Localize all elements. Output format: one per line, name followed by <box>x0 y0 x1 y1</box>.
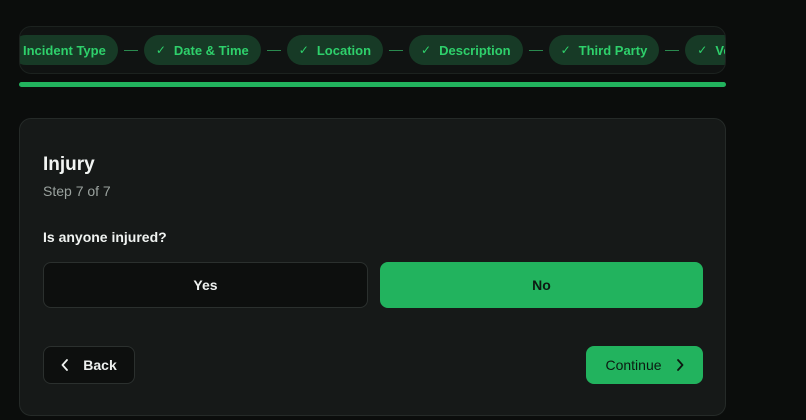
check-icon: ✓ <box>298 43 309 57</box>
back-button[interactable]: Back <box>43 346 135 384</box>
progress-stepper: Incident Type ✓ Date & Time ✓ Location ✓… <box>19 26 726 74</box>
check-icon: ✓ <box>155 43 166 57</box>
no-option-button[interactable]: No <box>380 262 703 308</box>
step-chip-vehicle[interactable]: ✓ Vehicle <box>685 35 725 65</box>
step-connector <box>266 49 281 51</box>
no-option-label: No <box>532 277 551 293</box>
step-chip-description[interactable]: ✓ Description <box>409 35 523 65</box>
continue-button[interactable]: Continue <box>586 346 703 384</box>
progress-bar <box>19 82 726 87</box>
step-chip-third-party[interactable]: ✓ Third Party <box>548 35 660 65</box>
check-icon: ✓ <box>421 43 432 57</box>
card-title: Injury <box>43 154 95 175</box>
injury-question: Is anyone injured? <box>43 229 167 245</box>
step-connector <box>389 49 404 51</box>
step-chip-incident-type[interactable]: Incident Type <box>20 35 118 65</box>
back-label: Back <box>83 357 117 373</box>
step-label: Description <box>439 42 511 58</box>
stepper-track: Incident Type ✓ Date & Time ✓ Location ✓… <box>20 35 725 65</box>
continue-label: Continue <box>605 357 662 373</box>
step-label: Vehicle <box>715 42 725 58</box>
step-label: Location <box>316 42 372 58</box>
injury-form-card: Injury Step 7 of 7 Is anyone injured? Ye… <box>19 118 726 416</box>
step-connector <box>528 49 543 51</box>
step-label: Third Party <box>578 42 648 58</box>
chevron-left-icon <box>61 359 69 371</box>
step-connector <box>123 49 138 51</box>
step-label: Date & Time <box>173 42 249 58</box>
check-icon: ✓ <box>560 43 571 57</box>
step-connector <box>665 49 680 51</box>
chevron-right-icon <box>676 359 684 371</box>
step-chip-location[interactable]: ✓ Location <box>286 35 384 65</box>
check-icon: ✓ <box>697 43 708 57</box>
step-label: Incident Type <box>23 42 106 58</box>
step-chip-date-time[interactable]: ✓ Date & Time <box>143 35 261 65</box>
step-indicator: Step 7 of 7 <box>43 183 111 199</box>
yes-option-label: Yes <box>193 277 218 293</box>
yes-option-button[interactable]: Yes <box>43 262 368 308</box>
